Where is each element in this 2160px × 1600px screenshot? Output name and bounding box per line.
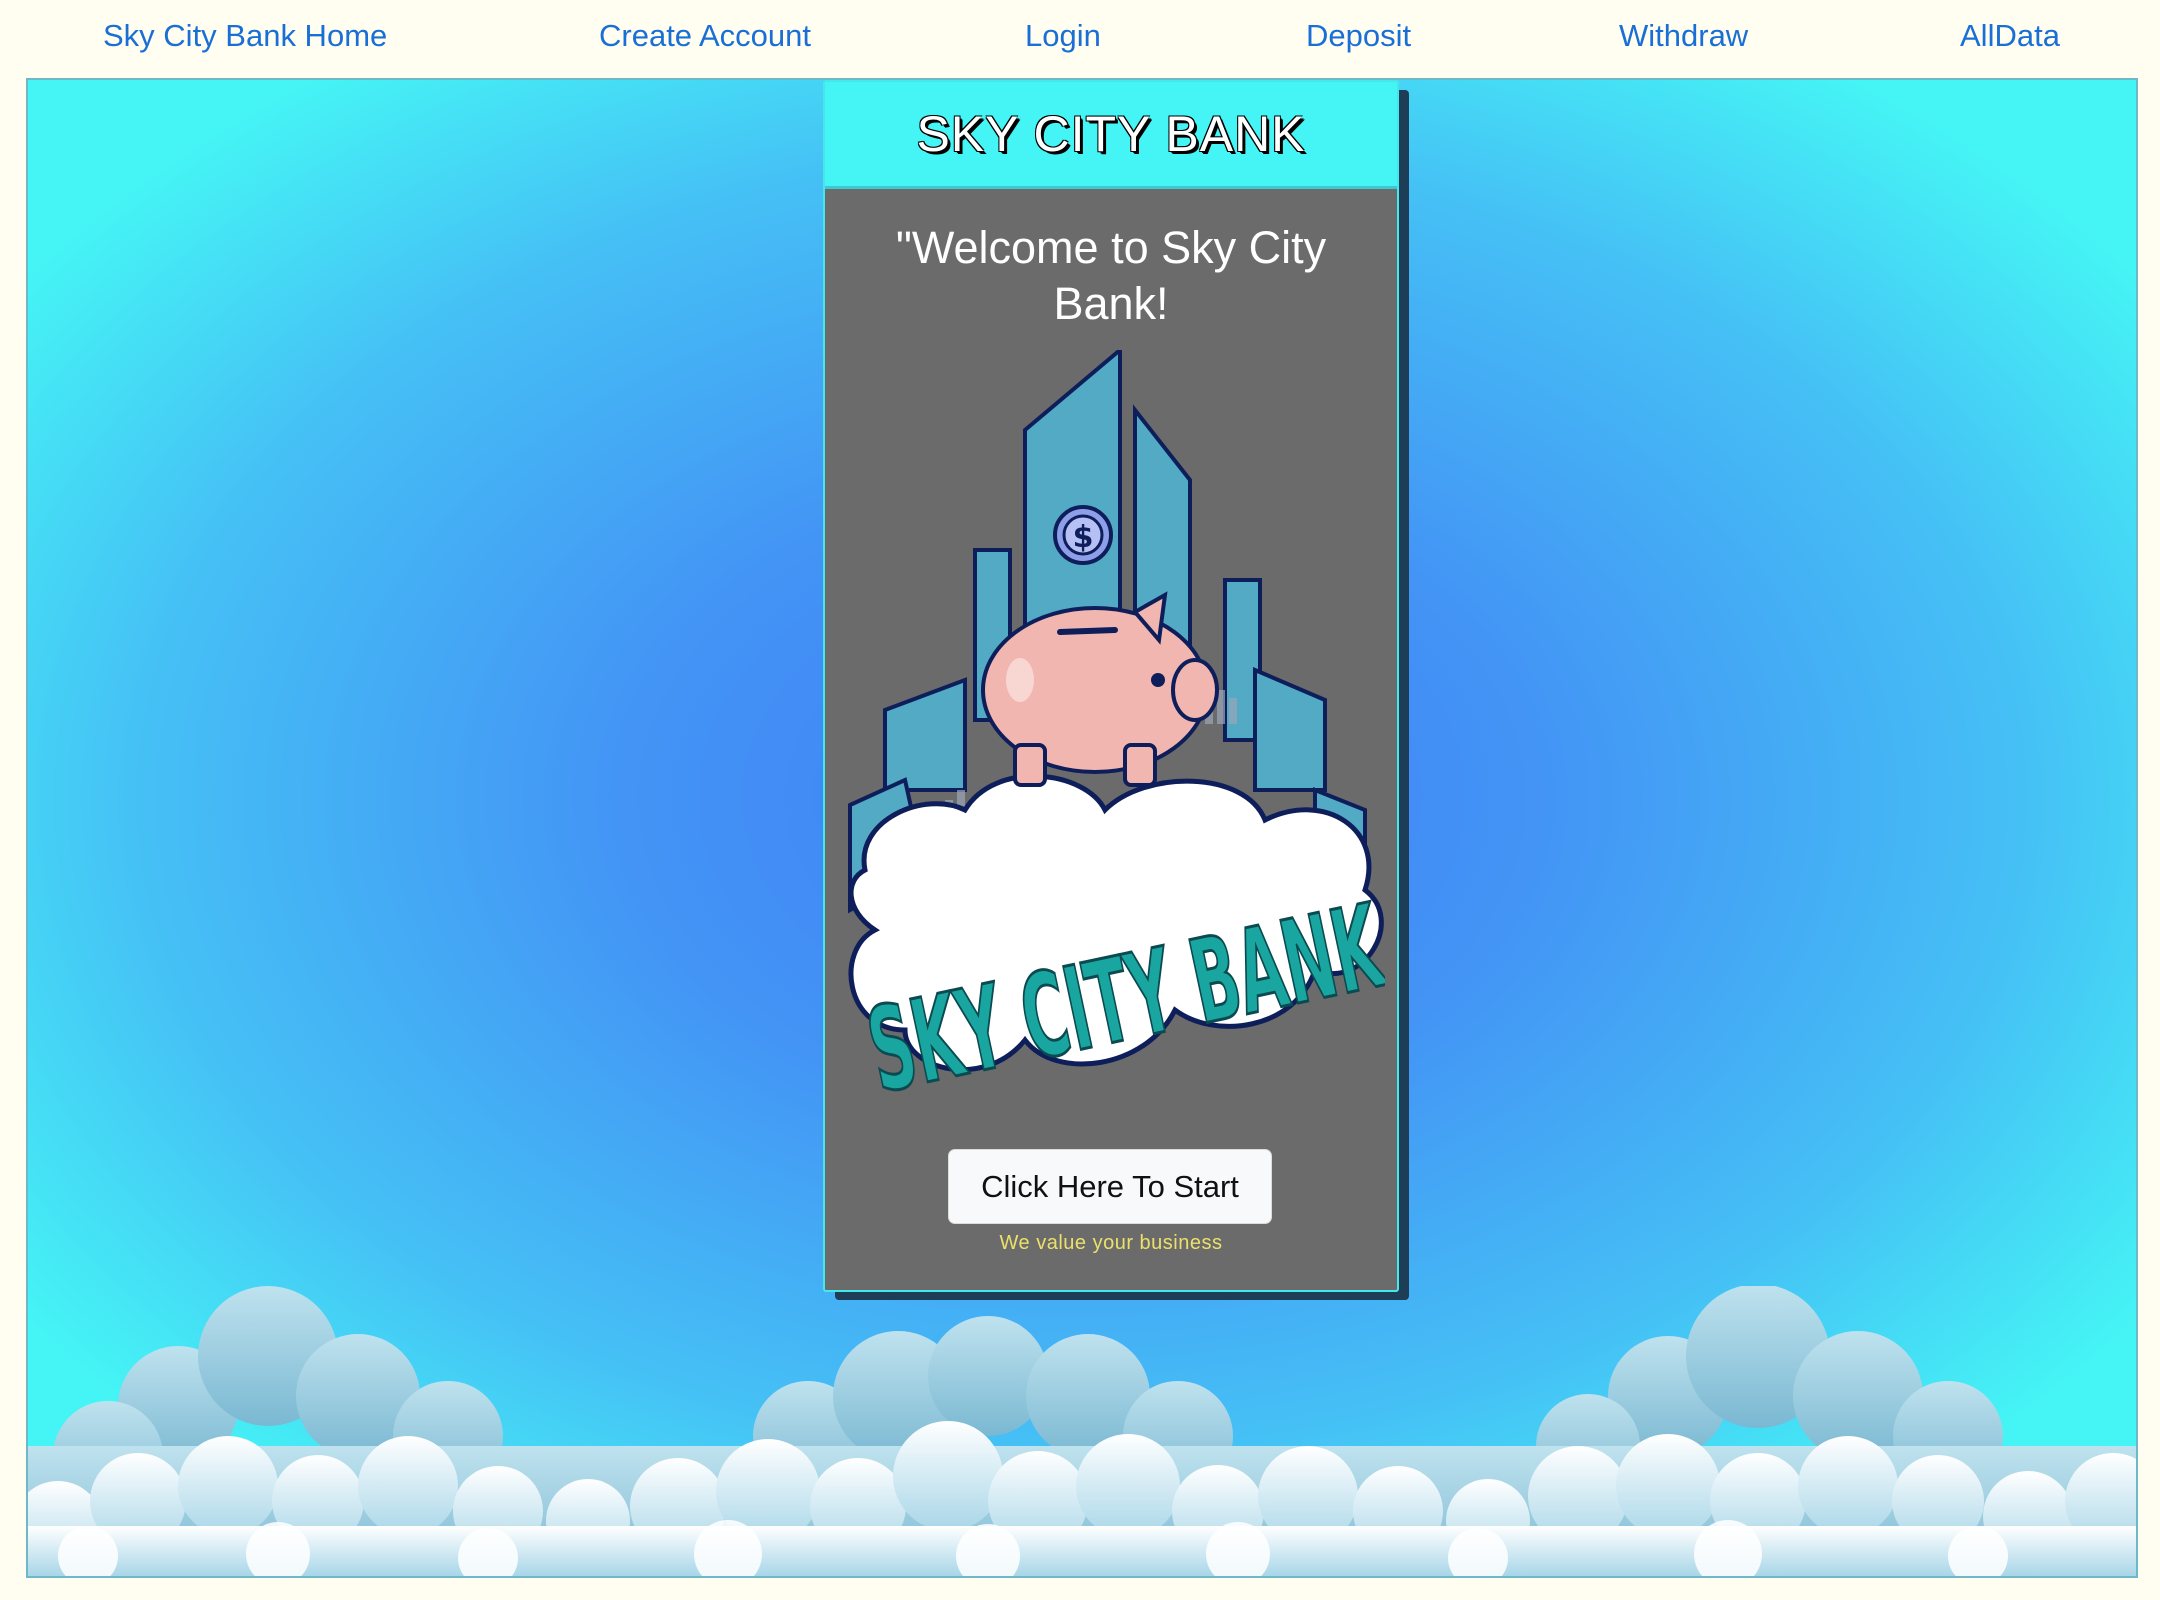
start-button[interactable]: Click Here To Start	[948, 1149, 1272, 1224]
nav-link-alldata[interactable]: AllData	[1960, 18, 2060, 54]
bank-logo-image: $ SKY CITY BANK	[848, 350, 1385, 1110]
coin-dollar-icon: $	[1073, 520, 1094, 555]
tagline-text: We value your business	[999, 1232, 1223, 1254]
nav-link-home[interactable]: Sky City Bank Home	[103, 18, 387, 54]
welcome-card: SKY CITY BANK "Welcome to Sky City Bank!	[823, 80, 1399, 1292]
nav-link-login[interactable]: Login	[1025, 18, 1101, 54]
card-header: SKY CITY BANK	[825, 82, 1397, 189]
nav-link-withdraw[interactable]: Withdraw	[1619, 18, 1748, 54]
cloud-bank-decoration	[28, 1286, 2136, 1576]
top-navbar: Sky City Bank Home Create Account Login …	[0, 0, 2160, 78]
nav-link-deposit[interactable]: Deposit	[1306, 18, 1411, 54]
nav-link-create-account[interactable]: Create Account	[599, 18, 811, 54]
welcome-message: "Welcome to Sky City Bank!	[895, 222, 1327, 329]
sky-background: SKY CITY BANK "Welcome to Sky City Bank!	[26, 78, 2138, 1578]
card-title: SKY CITY BANK	[916, 106, 1306, 162]
